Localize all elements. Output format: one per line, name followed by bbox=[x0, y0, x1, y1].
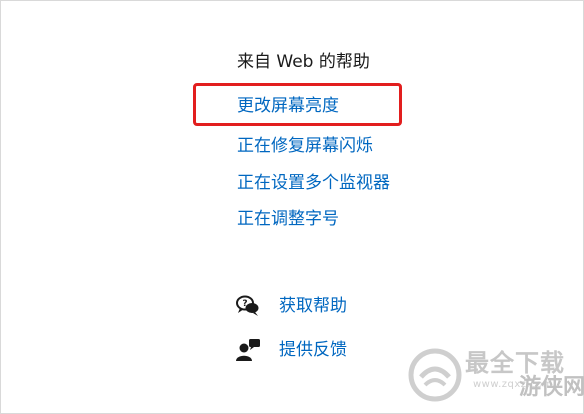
person-feedback-icon bbox=[235, 337, 261, 363]
site-watermark: 最全下载 www.zqxz.com 游侠网 bbox=[407, 347, 584, 409]
settings-window: 来自 Web 的帮助 更改屏幕亮度 正在修复屏幕闪烁 正在设置多个监视器 正在调… bbox=[0, 0, 584, 414]
watermark-partner: 游侠网 bbox=[519, 375, 584, 400]
chat-bubbles-icon: ? bbox=[235, 293, 261, 319]
watermark-logo-icon bbox=[408, 348, 462, 402]
watermark-brand: 最全下载 bbox=[465, 349, 565, 377]
give-feedback-label: 提供反馈 bbox=[279, 340, 347, 360]
help-section-title: 来自 Web 的帮助 bbox=[237, 52, 370, 72]
link-setup-multiple-monitors[interactable]: 正在设置多个监视器 bbox=[237, 172, 390, 194]
link-adjust-font-size[interactable]: 正在调整字号 bbox=[237, 208, 339, 230]
red-highlight-box bbox=[193, 83, 402, 126]
give-feedback-link[interactable]: 提供反馈 bbox=[235, 337, 347, 363]
get-help-label: 获取帮助 bbox=[279, 296, 347, 316]
get-help-link[interactable]: ? 获取帮助 bbox=[235, 293, 347, 319]
link-fix-screen-flicker[interactable]: 正在修复屏幕闪烁 bbox=[237, 135, 373, 157]
svg-text:?: ? bbox=[242, 299, 247, 309]
